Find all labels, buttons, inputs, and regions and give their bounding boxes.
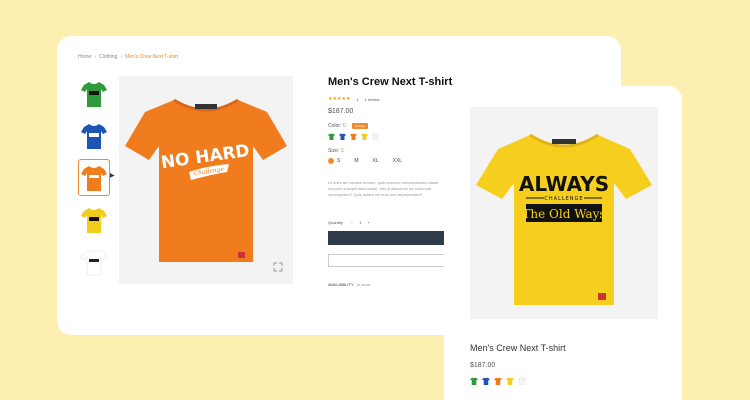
shirt-print-line2: CHALLENGE	[544, 196, 583, 202]
thumbnail-list	[78, 76, 110, 279]
breadcrumb-separator: ›	[94, 54, 97, 60]
thumbnail-orange[interactable]	[78, 159, 110, 196]
tshirt-white-icon	[81, 249, 107, 275]
quantity-minus-button[interactable]: −	[351, 220, 353, 225]
add-to-cart-button[interactable]	[328, 231, 451, 245]
size-option-m[interactable]: M	[354, 158, 358, 164]
tshirt-orange-icon	[81, 165, 107, 191]
size-option-label: XXL	[392, 158, 403, 164]
tshirt-blue-icon	[339, 133, 346, 140]
tshirt-yellow-icon[interactable]	[506, 377, 514, 385]
reviews-link[interactable]: 1 review	[365, 97, 380, 102]
buy-now-button[interactable]	[328, 254, 451, 267]
shirt-print-line3: The Old Ways	[522, 207, 605, 221]
thumbnail-white[interactable]	[79, 244, 109, 279]
thumbnail-arrow-icon: ▶	[110, 173, 115, 179]
product-card-image[interactable]: ALWAYS CHALLENGE The Old Ways	[470, 107, 658, 319]
breadcrumb-home[interactable]: Home	[78, 54, 91, 60]
quantity-label: Quantity	[328, 220, 343, 225]
size-option-xxl[interactable]: XXL	[393, 158, 402, 164]
color-label-text: Color:	[328, 123, 342, 129]
tshirt-orange-icon	[350, 133, 357, 140]
rating-count: 1	[356, 96, 359, 102]
thumbnail-yellow[interactable]	[79, 202, 109, 237]
product-card-title[interactable]: Men's Crew Next T-shirt	[470, 343, 566, 353]
tshirt-orange-icon[interactable]	[494, 377, 502, 385]
size-option-xl[interactable]: XL	[373, 158, 379, 164]
size-option-label: XL	[372, 158, 379, 164]
size-value: S	[340, 148, 344, 154]
tshirt-white-icon[interactable]	[518, 377, 526, 385]
quantity-plus-button[interactable]: +	[367, 220, 369, 225]
tshirt-yellow-icon	[361, 133, 368, 140]
tshirt-orange-image: NO HARD Challenge	[125, 98, 287, 262]
product-card-price: $187.00	[470, 362, 496, 369]
quantity-stepper[interactable]: − 1 +	[351, 220, 370, 225]
radio-icon	[328, 158, 334, 164]
breadcrumb-category[interactable]: Clothing	[99, 54, 117, 60]
size-option-label: S	[337, 158, 341, 164]
color-value: O	[342, 123, 347, 129]
tshirt-green-icon	[328, 133, 335, 140]
quantity-value[interactable]: 1	[359, 220, 361, 225]
shirt-print-line1: ALWAYS	[519, 172, 609, 196]
color-tooltip: Orange	[352, 123, 369, 129]
thumbnail-blue[interactable]	[79, 118, 109, 153]
breadcrumb: Home › Clothing › Men's Crew Next T-shir…	[78, 54, 178, 60]
tshirt-white-icon	[372, 133, 379, 140]
tshirt-yellow-icon	[81, 207, 107, 233]
availability-value: In stock	[356, 282, 371, 287]
product-card-swatches	[470, 377, 526, 385]
product-card[interactable]: ALWAYS CHALLENGE The Old Ways Men's Crew…	[444, 86, 682, 400]
size-option-s[interactable]: S	[328, 158, 340, 164]
expand-icon[interactable]	[273, 262, 283, 272]
swatch-green[interactable]	[328, 133, 335, 140]
size-option-label: M	[354, 158, 359, 164]
tshirt-green-icon	[81, 81, 107, 107]
swatch-blue[interactable]	[339, 133, 346, 140]
tshirt-blue-icon[interactable]	[482, 377, 490, 385]
breadcrumb-separator: ›	[120, 54, 123, 60]
product-description: Ut enim ad minima veniam, quis nostrum e…	[328, 180, 439, 197]
main-product-image[interactable]: NO HARD Challenge	[119, 76, 293, 284]
rating-stars: ★★★★★	[328, 96, 351, 102]
swatch-orange[interactable]	[350, 133, 357, 140]
breadcrumb-current: Men's Crew Next T-shirt	[125, 54, 179, 60]
thumbnail-green[interactable]	[79, 76, 109, 111]
swatch-yellow[interactable]	[361, 133, 368, 140]
tshirt-green-icon[interactable]	[470, 377, 478, 385]
tshirt-blue-icon	[81, 123, 107, 149]
swatch-white[interactable]	[372, 133, 379, 140]
availability-label: AVAILABILITY	[328, 282, 354, 287]
size-label-text: Size:	[328, 148, 340, 154]
tshirt-yellow-image: ALWAYS CHALLENGE The Old Ways	[476, 133, 652, 305]
